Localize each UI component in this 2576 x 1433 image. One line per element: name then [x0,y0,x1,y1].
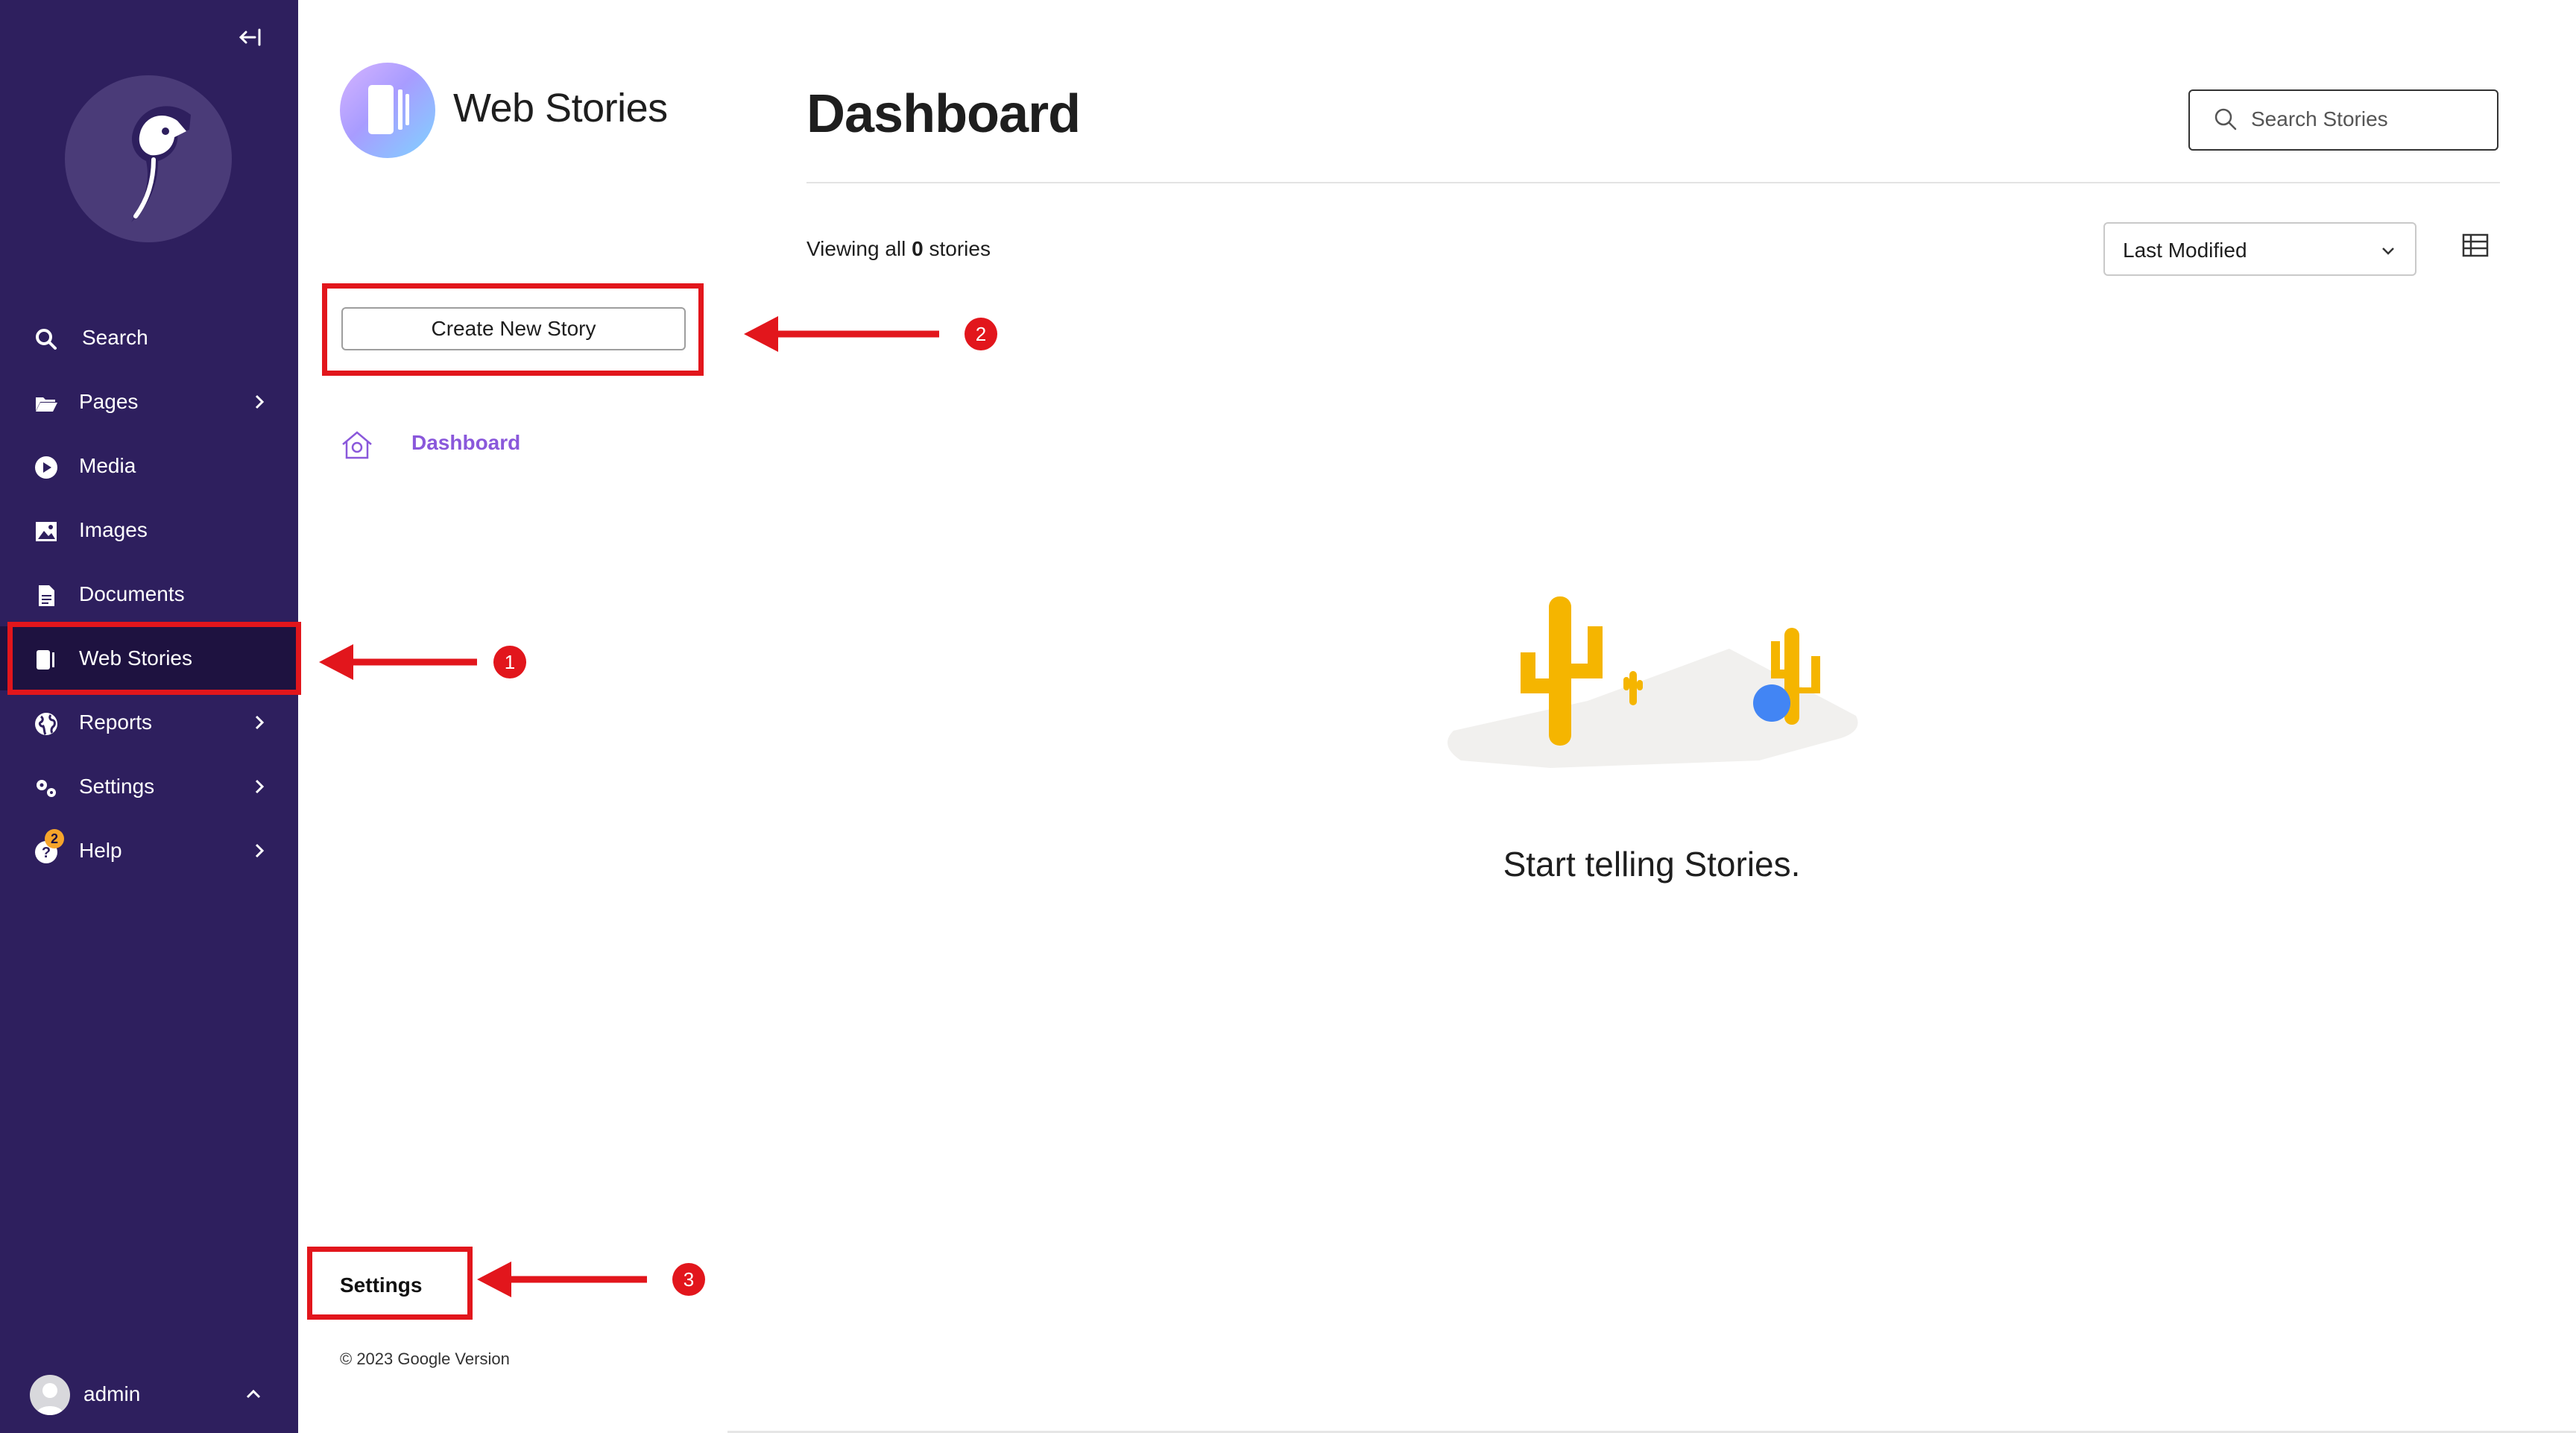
sidebar-item-label: Search [82,326,148,349]
sidebar-item-media[interactable]: Media [0,434,298,498]
sidebar-item-settings[interactable]: Settings [0,755,298,819]
chevron-right-icon [250,841,268,859]
viewing-suffix: stories [923,237,991,260]
chevron-right-icon [250,777,268,795]
sidebar-item-reports[interactable]: Reports [0,690,298,755]
sidebar-item-label: Images [79,518,148,541]
search-stories-input[interactable]: Search Stories [2188,89,2498,151]
sidebar-item-help[interactable]: ? 2 Help [0,819,298,883]
sidebar-item-label: Reports [79,711,153,734]
sort-dropdown[interactable]: Last Modified [2103,222,2416,276]
sort-selected-value: Last Modified [2123,239,2247,262]
viewing-count-text: Viewing all 0 stories [806,237,991,261]
annotation-arrow-1 [319,644,477,680]
chevron-right-icon [250,392,268,410]
annotation-marker-1: 1 [493,646,526,678]
avatar [30,1375,70,1415]
sidebar-item-documents[interactable]: Documents [0,562,298,626]
list-view-toggle-icon[interactable] [2461,231,2490,259]
chevron-right-icon [250,713,268,731]
media-play-icon [34,456,58,479]
annotation-box-web-stories [7,622,301,695]
search-icon [2212,106,2239,133]
annotation-arrow-3 [477,1262,647,1297]
wagtail-logo[interactable] [58,69,239,249]
web-stories-logo [340,63,435,158]
search-placeholder: Search Stories [2251,107,2388,130]
account-name: admin [83,1382,141,1405]
sidebar-item-label: Pages [79,390,139,413]
doc-icon [34,584,58,608]
empty-state-illustration [1439,582,1865,775]
chevron-up-icon [244,1385,262,1403]
account-menu[interactable]: admin [0,1364,298,1424]
search-icon [34,327,58,351]
sidebar-item-label: Media [79,454,136,477]
dashboard-link-label: Dashboard [411,431,521,454]
chevron-down-icon [2379,242,2397,259]
annotation-arrow-2 [744,316,939,352]
sidebar-item-images[interactable]: Images [0,498,298,562]
cogs-icon [34,776,58,800]
copyright-text: © 2023 Google Version [340,1349,510,1368]
image-icon [34,520,58,544]
annotation-marker-3: 3 [672,1263,705,1296]
sidebar-item-pages[interactable]: Pages [0,370,298,434]
sidebar-item-search[interactable]: Search [0,306,298,370]
annotation-box-settings [307,1247,473,1320]
empty-state-message: Start telling Stories. [1503,845,1801,884]
sidebar-item-label: Help [79,839,122,862]
annotation-marker-2: 2 [965,318,997,350]
globe-icon [34,712,58,736]
collapse-sidebar-icon[interactable] [233,21,265,54]
home-icon [340,429,374,461]
page-title: Dashboard [806,84,1081,144]
sidebar-item-label: Documents [79,582,185,605]
folder-open-icon [34,391,58,415]
sidebar-item-label: Settings [79,775,155,798]
app-title: Web Stories [453,86,668,130]
sidebar: Search Pages Media Images Documents Web … [0,0,298,1433]
header-divider [806,182,2500,183]
viewing-prefix: Viewing all [806,237,912,260]
annotation-box-create-story [322,283,704,376]
help-notification-badge: 2 [45,829,64,848]
story-count: 0 [912,237,924,260]
